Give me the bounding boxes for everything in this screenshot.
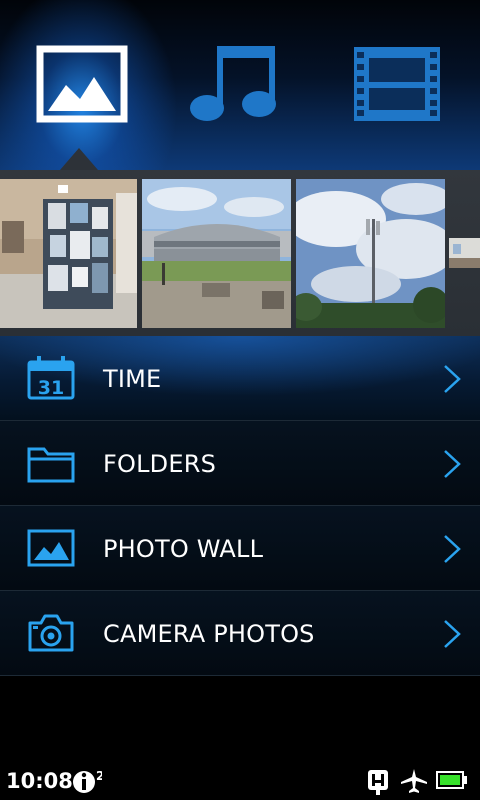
calendar-day-text: 31	[38, 377, 64, 399]
thumbnail-sky-lamppost[interactable]	[296, 179, 445, 328]
calendar-icon: 31	[26, 356, 76, 400]
notification-badge: 2	[96, 769, 102, 783]
chevron-right-icon	[444, 450, 461, 478]
recent-photos-strip[interactable]	[0, 170, 480, 336]
picture-icon	[36, 45, 128, 123]
thumbnail-notice-board[interactable]	[0, 179, 137, 328]
list-item-folders[interactable]: FOLDERS	[0, 421, 480, 506]
chevron-right-icon	[444, 535, 461, 563]
thumbnail-partial[interactable]	[449, 238, 480, 268]
category-list: 31 TIME FOLDERS PHOTO WALL CAMERA PHOTOS	[0, 336, 480, 676]
chevron-right-icon	[444, 620, 461, 648]
list-item-label: CAMERA PHOTOS	[103, 620, 315, 648]
list-item-label: FOLDERS	[103, 450, 217, 478]
selected-tab-indicator	[60, 148, 98, 170]
list-item-time[interactable]: 31 TIME	[0, 336, 480, 421]
info-notification-icon: 2	[73, 769, 102, 793]
media-tab-bar	[0, 0, 480, 172]
list-item-camera-photos[interactable]: CAMERA PHOTOS	[0, 591, 480, 676]
folder-icon	[26, 441, 76, 485]
tab-pictures[interactable]	[34, 36, 130, 132]
music-note-icon	[190, 46, 276, 121]
list-item-label: PHOTO WALL	[103, 535, 264, 563]
tab-music[interactable]	[187, 36, 283, 132]
picture-icon	[26, 526, 76, 570]
airplane-mode-icon	[401, 769, 427, 793]
list-item-label: TIME	[103, 365, 162, 393]
battery-icon	[436, 771, 467, 789]
status-clock: 10:08	[6, 769, 73, 793]
camera-icon	[26, 611, 76, 655]
status-bar[interactable]: 10:08 2	[0, 760, 480, 800]
usb-debugging-icon	[368, 770, 388, 795]
tab-videos[interactable]	[349, 36, 445, 132]
gallery-app: 31 TIME FOLDERS PHOTO WALL CAMERA PHOTOS…	[0, 0, 480, 800]
chevron-right-icon	[444, 365, 461, 393]
thumbnail-round-building[interactable]	[142, 179, 291, 328]
list-item-photo-wall[interactable]: PHOTO WALL	[0, 506, 480, 591]
film-strip-icon	[354, 47, 440, 121]
